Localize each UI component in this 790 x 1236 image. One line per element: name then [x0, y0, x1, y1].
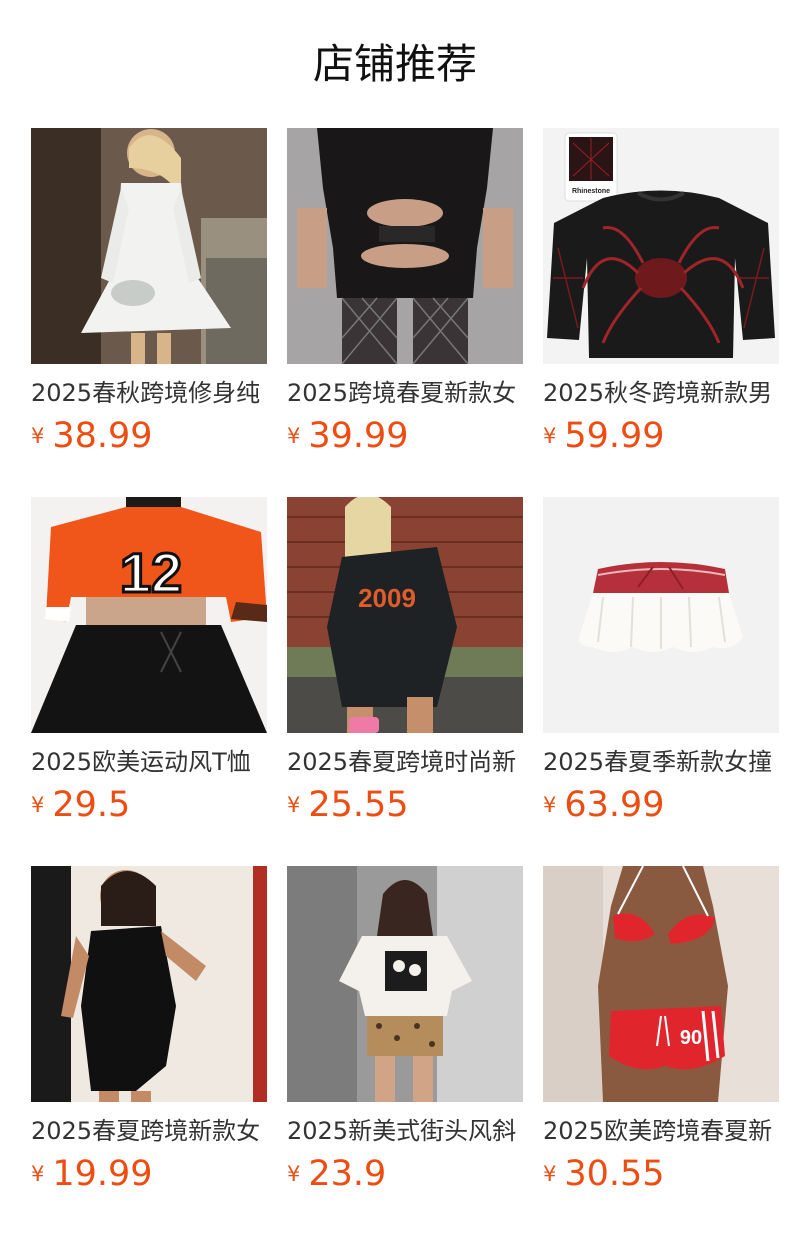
- currency-symbol: ¥: [31, 424, 45, 448]
- orange-jersey-top-photo[interactable]: 12: [31, 497, 267, 733]
- white-dress-photo[interactable]: [31, 128, 267, 364]
- product-name[interactable]: 2025跨境春夏新款女: [287, 376, 523, 410]
- product-price: ¥38.99: [31, 414, 267, 458]
- black-tank-dress-photo[interactable]: 2009: [287, 497, 523, 733]
- red-bikini-set-photo[interactable]: 90: [543, 866, 779, 1102]
- product-card[interactable]: 2025跨境春夏新款女 ¥39.99: [287, 128, 523, 458]
- white-ruffle-skirt-photo[interactable]: [543, 497, 779, 733]
- currency-symbol: ¥: [543, 793, 557, 817]
- product-card[interactable]: 2025春夏跨境新款女 ¥19.99: [31, 866, 267, 1196]
- currency-symbol: ¥: [543, 1162, 557, 1186]
- currency-symbol: ¥: [31, 793, 45, 817]
- product-name[interactable]: 2025新美式街头风斜: [287, 1114, 523, 1148]
- product-card[interactable]: 2009 2025春夏跨境时尚新 ¥25.55: [287, 497, 523, 827]
- price-value: 38.99: [52, 416, 153, 456]
- product-name[interactable]: 2025春夏跨境新款女: [31, 1114, 267, 1148]
- black-spider-sweater-photo[interactable]: Rhinestone: [543, 128, 779, 364]
- product-price: ¥23.9: [287, 1152, 523, 1196]
- currency-symbol: ¥: [31, 1162, 45, 1186]
- product-price: ¥30.55: [543, 1152, 779, 1196]
- svg-text:2009: 2009: [358, 583, 416, 613]
- black-cutout-bodysuit-photo[interactable]: [287, 128, 523, 364]
- price-value: 29.5: [52, 785, 131, 825]
- price-value: 39.99: [308, 416, 409, 456]
- price-value: 19.99: [52, 1154, 153, 1194]
- product-name[interactable]: 2025春夏季新款女撞: [543, 745, 779, 779]
- product-card[interactable]: 2025春夏季新款女撞 ¥63.99: [543, 497, 779, 827]
- product-name[interactable]: 2025秋冬跨境新款男: [543, 376, 779, 410]
- product-price: ¥19.99: [31, 1152, 267, 1196]
- product-price: ¥63.99: [543, 783, 779, 827]
- price-value: 63.99: [564, 785, 665, 825]
- currency-symbol: ¥: [287, 1162, 301, 1186]
- rhinestone-tag: Rhinestone: [572, 188, 610, 195]
- product-name[interactable]: 2025欧美运动风T恤: [31, 745, 267, 779]
- product-card[interactable]: 90 2025欧美跨境春夏新 ¥30.55: [543, 866, 779, 1196]
- graphic-tee-leopard-shorts-photo[interactable]: [287, 866, 523, 1102]
- price-value: 23.9: [308, 1154, 387, 1194]
- price-value: 59.99: [564, 416, 665, 456]
- black-halter-dress-photo[interactable]: [31, 866, 267, 1102]
- product-price: ¥39.99: [287, 414, 523, 458]
- svg-text:90: 90: [680, 1027, 702, 1049]
- currency-symbol: ¥: [543, 424, 557, 448]
- svg-text:12: 12: [120, 541, 182, 604]
- currency-symbol: ¥: [287, 424, 301, 448]
- product-price: ¥29.5: [31, 783, 267, 827]
- product-card[interactable]: 2025春秋跨境修身纯 ¥38.99: [31, 128, 267, 458]
- product-card[interactable]: Rhinestone 2025秋冬跨境新款男 ¥59.99: [543, 128, 779, 458]
- product-price: ¥59.99: [543, 414, 779, 458]
- product-name[interactable]: 2025欧美跨境春夏新: [543, 1114, 779, 1148]
- price-value: 25.55: [308, 785, 409, 825]
- shop-recommendation-title: 店铺推荐: [313, 40, 477, 88]
- currency-symbol: ¥: [287, 793, 301, 817]
- product-name[interactable]: 2025春秋跨境修身纯: [31, 376, 267, 410]
- price-value: 30.55: [564, 1154, 665, 1194]
- product-card[interactable]: 2025新美式街头风斜 ¥23.9: [287, 866, 523, 1196]
- product-price: ¥25.55: [287, 783, 523, 827]
- product-card[interactable]: 12 2025欧美运动风T恤 ¥29.5: [31, 497, 267, 827]
- product-name[interactable]: 2025春夏跨境时尚新: [287, 745, 523, 779]
